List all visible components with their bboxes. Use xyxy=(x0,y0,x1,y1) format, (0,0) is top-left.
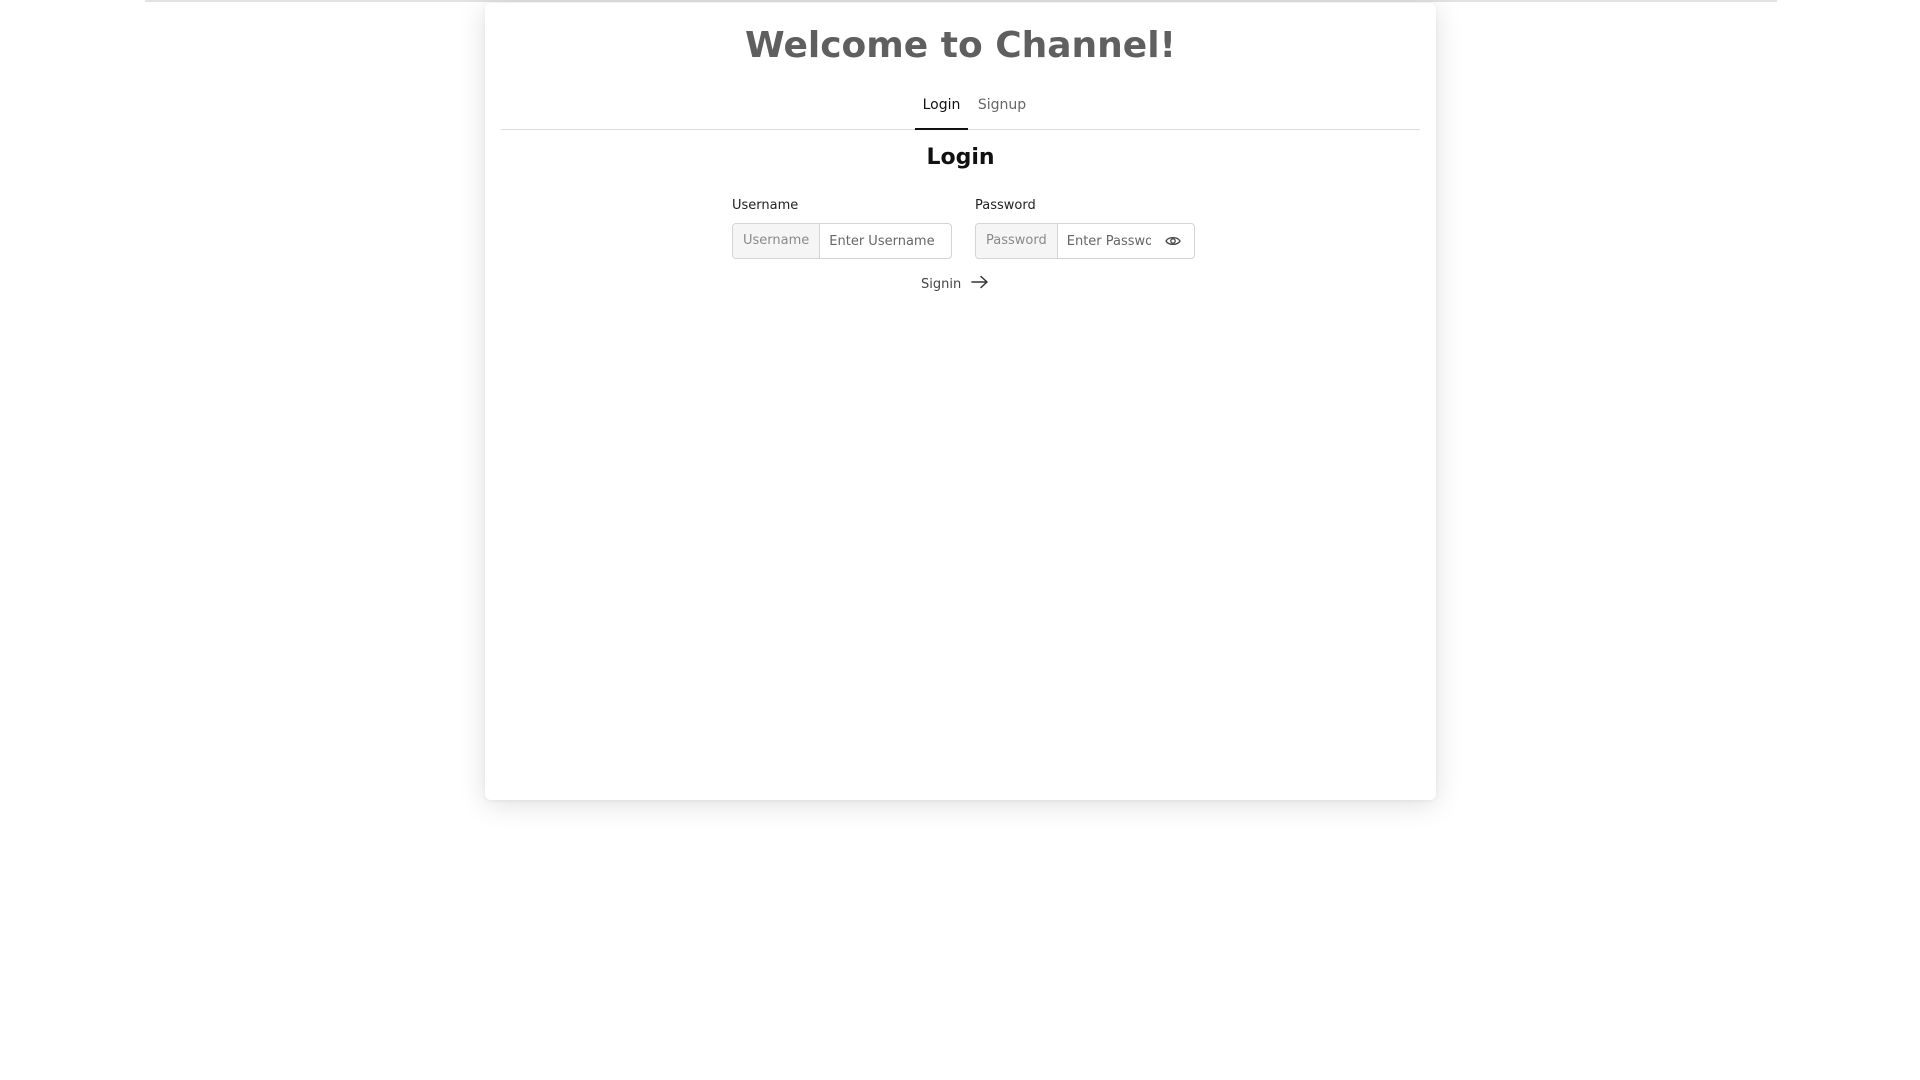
username-input-group: Username xyxy=(732,223,952,259)
arrow-right-icon xyxy=(971,275,989,293)
password-addon: Password xyxy=(976,224,1058,258)
tab-signup[interactable]: Signup xyxy=(977,89,1027,129)
tab-login[interactable]: Login xyxy=(915,89,968,130)
password-input[interactable] xyxy=(1057,224,1160,258)
signin-button[interactable]: Signin xyxy=(921,271,989,297)
username-input[interactable] xyxy=(820,224,951,258)
top-divider xyxy=(145,0,1777,2)
auth-tabs: Login Signup xyxy=(501,89,1420,130)
password-label: Password xyxy=(975,198,1036,213)
username-label: Username xyxy=(732,198,799,213)
eye-icon[interactable] xyxy=(1160,224,1186,258)
signin-label: Signin xyxy=(921,276,962,292)
username-addon: Username xyxy=(733,224,821,258)
page-title: Welcome to Channel! xyxy=(745,25,1176,66)
password-input-group: Password xyxy=(975,223,1195,259)
auth-card: Welcome to Channel! Login Signup Login U… xyxy=(485,3,1436,800)
login-heading: Login xyxy=(926,145,995,170)
